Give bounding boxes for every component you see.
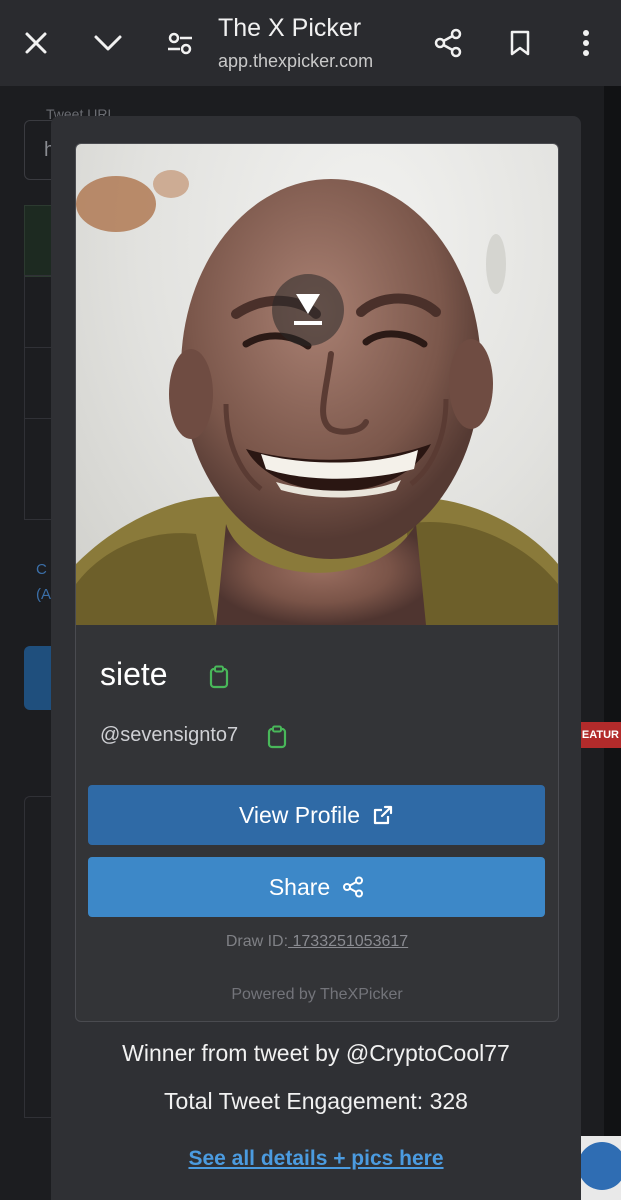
divider — [24, 418, 54, 419]
draw-id-label: Draw ID: — [225, 933, 289, 950]
background-link: (A — [36, 586, 51, 603]
browser-url[interactable]: app.thexpicker.com — [218, 51, 373, 72]
draw-id-link[interactable]: 1733251053617 — [288, 933, 408, 950]
engagement-text: Total Tweet Engagement: 328 — [164, 1088, 468, 1114]
background-button — [24, 646, 54, 710]
view-profile-button[interactable]: View Profile — [88, 785, 545, 845]
background-link: C — [36, 561, 47, 578]
copy-name-clipboard-icon[interactable] — [208, 665, 230, 689]
download-button[interactable] — [272, 274, 344, 346]
copy-handle-clipboard-icon[interactable] — [266, 725, 288, 749]
draw-id: Draw ID: 1733251053617 — [76, 933, 558, 951]
see-details-link[interactable]: See all details + pics here — [51, 1147, 581, 1171]
featured-badge: EATUR — [580, 722, 621, 748]
chevron-down-icon[interactable] — [90, 25, 126, 61]
divider — [24, 347, 54, 348]
avatar-illustration — [76, 170, 558, 625]
share-icon — [343, 876, 364, 898]
winner-modal: siete @sevensignto7 View Profile Share D… — [51, 116, 581, 1200]
winner-source-text: Winner from tweet by @CryptoCool77 — [122, 1040, 510, 1066]
browser-title: The X Picker — [218, 14, 362, 42]
download-icon — [294, 294, 322, 325]
bookmark-icon[interactable] — [502, 25, 538, 61]
close-icon[interactable] — [18, 25, 54, 61]
background-scrollbar — [604, 86, 621, 1200]
view-profile-label: View Profile — [238, 801, 361, 828]
winner-name: siete — [100, 656, 168, 692]
background-fab — [578, 1142, 621, 1190]
winner-avatar-image — [76, 144, 558, 625]
share-button[interactable]: Share — [88, 857, 545, 917]
share-icon[interactable] — [430, 25, 466, 61]
winner-handle: @sevensignto7 — [100, 724, 239, 746]
winner-card: siete @sevensignto7 View Profile Share D… — [75, 143, 559, 1022]
page-settings-icon[interactable] — [162, 25, 198, 61]
more-vert-icon[interactable] — [568, 25, 604, 61]
browser-toolbar: The X Picker app.thexpicker.com — [0, 0, 621, 86]
share-label: Share — [268, 873, 331, 900]
external-link-icon — [373, 805, 393, 825]
powered-by: Powered by TheXPicker — [231, 986, 403, 1003]
